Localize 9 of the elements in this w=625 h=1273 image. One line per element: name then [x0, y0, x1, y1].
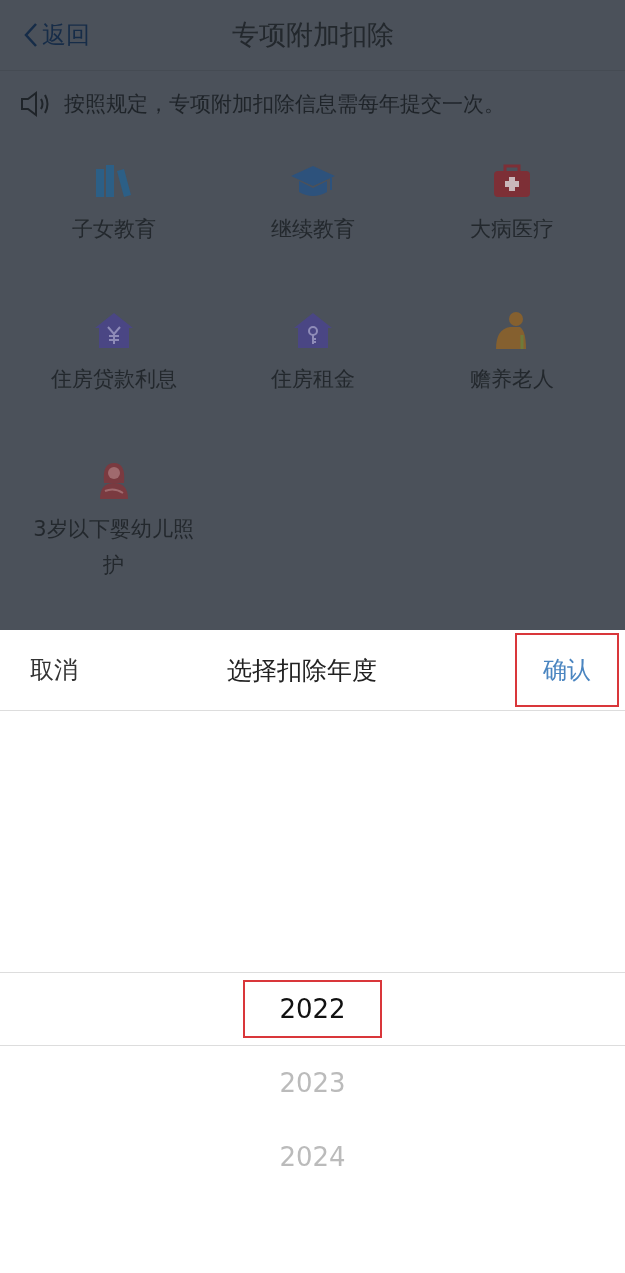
year-option[interactable]: 2024 [247, 1130, 378, 1184]
house-icon [292, 311, 333, 351]
cancel-button[interactable]: 取消 [20, 642, 88, 698]
year-option[interactable]: 2023 [247, 1056, 378, 1110]
back-chevron-icon [24, 22, 38, 48]
confirm-button[interactable]: 确认 [515, 633, 619, 707]
house-icon [93, 311, 134, 351]
year-option[interactable]: 2022 [243, 980, 382, 1038]
sheet-title: 选择扣除年度 [226, 654, 377, 687]
